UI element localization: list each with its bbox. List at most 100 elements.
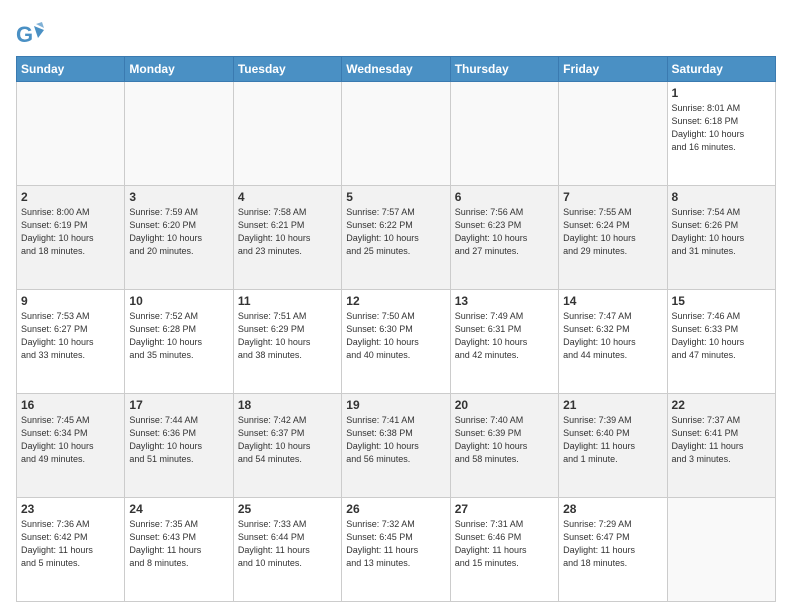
day-info: Sunrise: 7:54 AM Sunset: 6:26 PM Dayligh… (672, 206, 771, 258)
day-number: 1 (672, 86, 771, 100)
calendar-cell: 22 Sunrise: 7:37 AM Sunset: 6:41 PM Dayli… (667, 394, 775, 498)
day-number: 24 (129, 502, 228, 516)
day-number: 17 (129, 398, 228, 412)
day-info: Sunrise: 7:37 AM Sunset: 6:41 PM Dayligh… (672, 414, 771, 466)
day-info: Sunrise: 7:55 AM Sunset: 6:24 PM Dayligh… (563, 206, 662, 258)
calendar-cell (342, 82, 450, 186)
calendar-cell: 17 Sunrise: 7:44 AM Sunset: 6:36 PM Dayli… (125, 394, 233, 498)
day-number: 12 (346, 294, 445, 308)
week-row-0: 1 Sunrise: 8:01 AM Sunset: 6:18 PM Daylig… (17, 82, 776, 186)
day-info: Sunrise: 7:42 AM Sunset: 6:37 PM Dayligh… (238, 414, 337, 466)
day-number: 4 (238, 190, 337, 204)
day-info: Sunrise: 7:46 AM Sunset: 6:33 PM Dayligh… (672, 310, 771, 362)
calendar-cell: 28 Sunrise: 7:29 AM Sunset: 6:47 PM Dayli… (559, 498, 667, 602)
calendar-cell: 26 Sunrise: 7:32 AM Sunset: 6:45 PM Dayli… (342, 498, 450, 602)
day-info: Sunrise: 7:33 AM Sunset: 6:44 PM Dayligh… (238, 518, 337, 570)
day-info: Sunrise: 7:49 AM Sunset: 6:31 PM Dayligh… (455, 310, 554, 362)
calendar-cell (233, 82, 341, 186)
day-info: Sunrise: 7:57 AM Sunset: 6:22 PM Dayligh… (346, 206, 445, 258)
calendar-cell: 11 Sunrise: 7:51 AM Sunset: 6:29 PM Dayli… (233, 290, 341, 394)
day-info: Sunrise: 7:51 AM Sunset: 6:29 PM Dayligh… (238, 310, 337, 362)
calendar-cell: 4 Sunrise: 7:58 AM Sunset: 6:21 PM Daylig… (233, 186, 341, 290)
day-number: 8 (672, 190, 771, 204)
calendar-cell: 27 Sunrise: 7:31 AM Sunset: 6:46 PM Dayli… (450, 498, 558, 602)
day-number: 26 (346, 502, 445, 516)
day-number: 25 (238, 502, 337, 516)
day-info: Sunrise: 7:50 AM Sunset: 6:30 PM Dayligh… (346, 310, 445, 362)
calendar-cell: 2Sunrise: 8:00 AM Sunset: 6:19 PM Daylig… (17, 186, 125, 290)
day-info: Sunrise: 7:53 AM Sunset: 6:27 PM Dayligh… (21, 310, 120, 362)
calendar-cell: 12 Sunrise: 7:50 AM Sunset: 6:30 PM Dayli… (342, 290, 450, 394)
calendar-cell: 25 Sunrise: 7:33 AM Sunset: 6:44 PM Dayli… (233, 498, 341, 602)
week-row-3: 16 Sunrise: 7:45 AM Sunset: 6:34 PM Dayli… (17, 394, 776, 498)
day-number: 10 (129, 294, 228, 308)
calendar-cell: 1 Sunrise: 8:01 AM Sunset: 6:18 PM Daylig… (667, 82, 775, 186)
day-info: Sunrise: 8:01 AM Sunset: 6:18 PM Dayligh… (672, 102, 771, 154)
calendar-cell (667, 498, 775, 602)
weekday-header-tuesday: Tuesday (233, 57, 341, 82)
day-number: 9 (21, 294, 120, 308)
calendar-cell: 10 Sunrise: 7:52 AM Sunset: 6:28 PM Dayli… (125, 290, 233, 394)
calendar-cell: 23 Sunrise: 7:36 AM Sunset: 6:42 PM Dayli… (17, 498, 125, 602)
day-number: 2 (21, 190, 120, 204)
day-info: Sunrise: 7:52 AM Sunset: 6:28 PM Dayligh… (129, 310, 228, 362)
header: G (16, 16, 776, 48)
week-row-2: 9 Sunrise: 7:53 AM Sunset: 6:27 PM Daylig… (17, 290, 776, 394)
day-number: 28 (563, 502, 662, 516)
day-info: Sunrise: 7:39 AM Sunset: 6:40 PM Dayligh… (563, 414, 662, 466)
calendar-cell (17, 82, 125, 186)
week-row-4: 23 Sunrise: 7:36 AM Sunset: 6:42 PM Dayli… (17, 498, 776, 602)
day-number: 7 (563, 190, 662, 204)
day-info: Sunrise: 7:41 AM Sunset: 6:38 PM Dayligh… (346, 414, 445, 466)
calendar-cell (559, 82, 667, 186)
day-info: Sunrise: 7:59 AM Sunset: 6:20 PM Dayligh… (129, 206, 228, 258)
weekday-header-row: SundayMondayTuesdayWednesdayThursdayFrid… (17, 57, 776, 82)
day-info: Sunrise: 7:45 AM Sunset: 6:34 PM Dayligh… (21, 414, 120, 466)
calendar-cell: 13 Sunrise: 7:49 AM Sunset: 6:31 PM Dayli… (450, 290, 558, 394)
day-number: 11 (238, 294, 337, 308)
day-info: Sunrise: 7:32 AM Sunset: 6:45 PM Dayligh… (346, 518, 445, 570)
calendar-cell: 14Sunrise: 7:47 AM Sunset: 6:32 PM Dayli… (559, 290, 667, 394)
day-info: Sunrise: 7:31 AM Sunset: 6:46 PM Dayligh… (455, 518, 554, 570)
calendar-cell (450, 82, 558, 186)
calendar-cell: 16 Sunrise: 7:45 AM Sunset: 6:34 PM Dayli… (17, 394, 125, 498)
weekday-header-saturday: Saturday (667, 57, 775, 82)
day-number: 22 (672, 398, 771, 412)
page: G SundayMondayTuesdayWednesdayThursdayFr… (0, 0, 792, 612)
day-number: 18 (238, 398, 337, 412)
day-info: Sunrise: 7:44 AM Sunset: 6:36 PM Dayligh… (129, 414, 228, 466)
weekday-header-wednesday: Wednesday (342, 57, 450, 82)
calendar-cell: 5 Sunrise: 7:57 AM Sunset: 6:22 PM Daylig… (342, 186, 450, 290)
day-number: 5 (346, 190, 445, 204)
logo-icon: G (16, 20, 44, 48)
calendar: SundayMondayTuesdayWednesdayThursdayFrid… (16, 56, 776, 602)
day-info: Sunrise: 7:58 AM Sunset: 6:21 PM Dayligh… (238, 206, 337, 258)
calendar-cell: 7 Sunrise: 7:55 AM Sunset: 6:24 PM Daylig… (559, 186, 667, 290)
day-number: 15 (672, 294, 771, 308)
weekday-header-monday: Monday (125, 57, 233, 82)
day-number: 13 (455, 294, 554, 308)
day-number: 14 (563, 294, 662, 308)
logo: G (16, 20, 46, 48)
week-row-1: 2Sunrise: 8:00 AM Sunset: 6:19 PM Daylig… (17, 186, 776, 290)
calendar-cell (125, 82, 233, 186)
calendar-cell: 21 Sunrise: 7:39 AM Sunset: 6:40 PM Dayli… (559, 394, 667, 498)
day-number: 6 (455, 190, 554, 204)
day-number: 21 (563, 398, 662, 412)
calendar-cell: 6 Sunrise: 7:56 AM Sunset: 6:23 PM Daylig… (450, 186, 558, 290)
calendar-cell: 9 Sunrise: 7:53 AM Sunset: 6:27 PM Daylig… (17, 290, 125, 394)
weekday-header-thursday: Thursday (450, 57, 558, 82)
calendar-cell: 15 Sunrise: 7:46 AM Sunset: 6:33 PM Dayli… (667, 290, 775, 394)
day-number: 23 (21, 502, 120, 516)
day-number: 16 (21, 398, 120, 412)
day-number: 3 (129, 190, 228, 204)
day-info: Sunrise: 7:35 AM Sunset: 6:43 PM Dayligh… (129, 518, 228, 570)
calendar-cell: 8 Sunrise: 7:54 AM Sunset: 6:26 PM Daylig… (667, 186, 775, 290)
day-number: 27 (455, 502, 554, 516)
day-info: Sunrise: 7:29 AM Sunset: 6:47 PM Dayligh… (563, 518, 662, 570)
calendar-cell: 3 Sunrise: 7:59 AM Sunset: 6:20 PM Daylig… (125, 186, 233, 290)
day-info: Sunrise: 7:36 AM Sunset: 6:42 PM Dayligh… (21, 518, 120, 570)
day-info: Sunrise: 7:40 AM Sunset: 6:39 PM Dayligh… (455, 414, 554, 466)
day-info: Sunrise: 7:56 AM Sunset: 6:23 PM Dayligh… (455, 206, 554, 258)
calendar-cell: 19Sunrise: 7:41 AM Sunset: 6:38 PM Dayli… (342, 394, 450, 498)
